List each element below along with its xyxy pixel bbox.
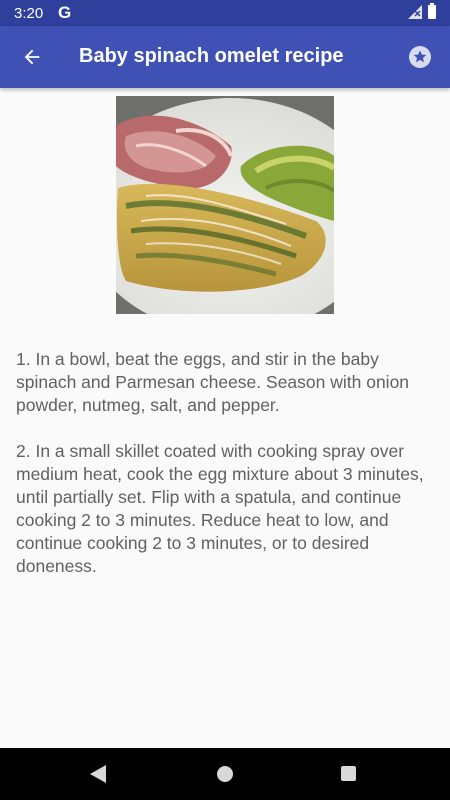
recipe-image: [116, 96, 334, 314]
navigation-bar: [0, 748, 450, 800]
status-bar: 3:20 G: [0, 0, 450, 26]
omelet-photo: [116, 96, 334, 314]
page-title: Baby spinach omelet recipe: [79, 45, 344, 67]
star-circle-icon: [409, 46, 431, 68]
recipe-step: 2. In a small skillet coated with cookin…: [16, 441, 424, 576]
google-icon: G: [58, 3, 72, 22]
nav-back-icon[interactable]: [90, 765, 106, 783]
signal-icon: [408, 5, 422, 19]
back-button[interactable]: [12, 37, 52, 77]
battery-icon: [428, 3, 436, 19]
status-icons: [408, 3, 436, 19]
status-time: 3:20: [14, 5, 44, 22]
recipe-instructions: 1. In a bowl, beat the eggs, and stir in…: [16, 348, 436, 601]
recipe-step: 1. In a bowl, beat the eggs, and stir in…: [16, 349, 410, 415]
nav-recents-icon[interactable]: [341, 766, 356, 781]
favorite-button[interactable]: [400, 37, 440, 77]
nav-home-icon[interactable]: [217, 766, 233, 782]
arrow-back-icon: [24, 49, 40, 65]
app-bar: Baby spinach omelet recipe: [0, 26, 450, 88]
